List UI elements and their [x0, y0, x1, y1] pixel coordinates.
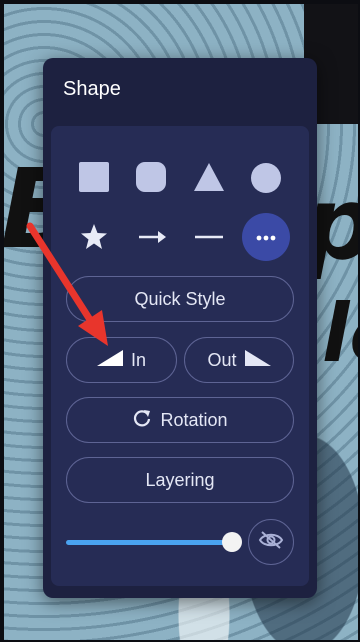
- ramp-in-icon: [96, 349, 123, 371]
- in-button[interactable]: In: [66, 337, 177, 383]
- more-shapes-button[interactable]: [242, 213, 290, 261]
- layering-button[interactable]: Layering: [66, 457, 294, 503]
- opacity-slider-thumb[interactable]: [222, 532, 242, 552]
- star-shape-icon[interactable]: [79, 222, 109, 252]
- quick-style-button[interactable]: Quick Style: [66, 276, 294, 322]
- circle-shape-icon[interactable]: [250, 162, 282, 194]
- line-shape-icon[interactable]: [193, 224, 225, 250]
- arrow-shape-icon[interactable]: [136, 224, 168, 250]
- rotate-icon: [132, 408, 152, 433]
- out-label: Out: [207, 349, 237, 370]
- rounded-square-shape-icon[interactable]: [136, 162, 166, 192]
- out-button[interactable]: Out: [184, 337, 294, 383]
- background-letters-le: le: [322, 287, 358, 380]
- panel-title: Shape: [63, 78, 121, 100]
- eye-off-icon: [258, 530, 284, 555]
- square-shape-icon[interactable]: [79, 162, 109, 192]
- ramp-out-icon: [244, 349, 271, 371]
- rotation-label: Rotation: [160, 409, 228, 430]
- quick-style-label: Quick Style: [134, 288, 226, 309]
- more-horizontal-icon: [256, 228, 276, 246]
- shape-options-container: Quick Style In Out Rotation Layering: [51, 126, 309, 586]
- triangle-shape-icon[interactable]: [193, 162, 225, 192]
- rotation-button[interactable]: Rotation: [66, 397, 294, 443]
- shape-panel: Shape Quick Style In Out Rotation Layeri…: [43, 58, 317, 598]
- visibility-toggle-button[interactable]: [248, 519, 294, 565]
- opacity-slider-track[interactable]: [66, 540, 230, 545]
- in-label: In: [130, 349, 146, 370]
- layering-label: Layering: [145, 469, 215, 490]
